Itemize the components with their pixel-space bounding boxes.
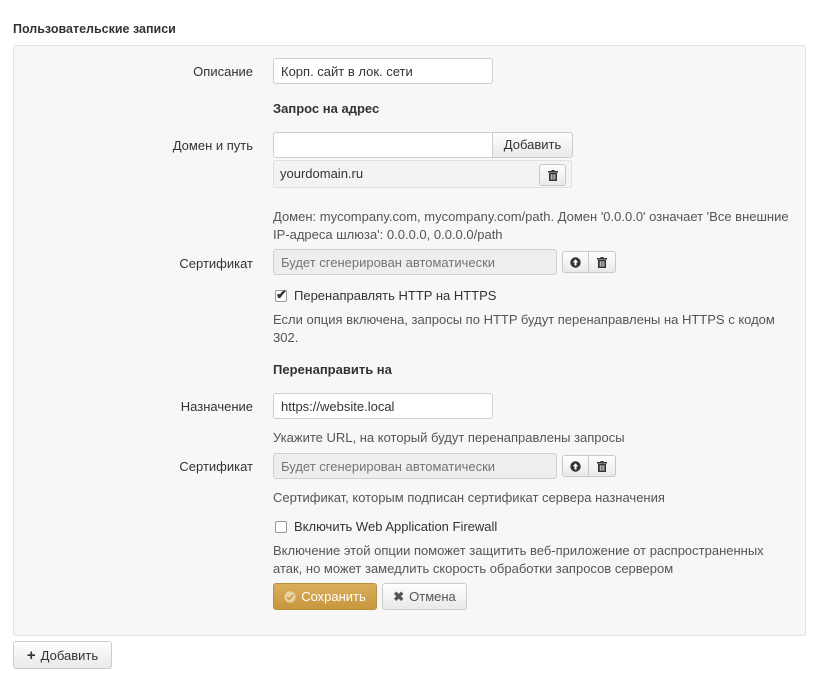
delete-domain-button[interactable] bbox=[539, 164, 566, 186]
destination-label: Назначение bbox=[180, 399, 253, 414]
trash-icon bbox=[547, 169, 558, 181]
close-icon: ✖ bbox=[393, 588, 405, 604]
plus-icon: + bbox=[26, 646, 36, 664]
domain-help: Домен: mycompany.com, mycompany.com/path… bbox=[273, 209, 789, 242]
waf-row: Включить Web Application Firewall bbox=[273, 519, 497, 534]
check-icon: ✔ bbox=[276, 286, 287, 302]
upload-certificate-button[interactable] bbox=[562, 251, 589, 273]
waf-checkbox[interactable] bbox=[275, 520, 287, 533]
trash-icon bbox=[597, 256, 607, 268]
redirect-https-row: ✔ Перенаправлять HTTP на HTTPS bbox=[273, 286, 496, 303]
request-heading: Запрос на адрес bbox=[273, 101, 380, 116]
redirect-https-label[interactable]: Перенаправлять HTTP на HTTPS bbox=[294, 288, 496, 303]
waf-label[interactable]: Включить Web Application Firewall bbox=[294, 519, 497, 534]
upload-icon bbox=[570, 460, 581, 472]
upload-icon bbox=[570, 256, 581, 268]
cancel-button[interactable]: ✖ Отмена bbox=[382, 583, 467, 610]
redirect-https-help: Если опция включена, запросы по HTTP буд… bbox=[273, 312, 775, 345]
add-record-label: Добавить bbox=[40, 647, 99, 663]
description-label: Описание bbox=[193, 64, 253, 79]
redirect-https-checkbox[interactable]: ✔ bbox=[275, 286, 287, 302]
destination-certificate-actions bbox=[562, 455, 616, 477]
redirect-heading: Перенаправить на bbox=[273, 362, 392, 377]
trash-icon bbox=[597, 460, 607, 472]
delete-certificate-button[interactable] bbox=[589, 251, 616, 273]
destination-certificate-input[interactable] bbox=[273, 453, 557, 479]
domain-input[interactable] bbox=[273, 132, 493, 158]
certificate-actions bbox=[562, 251, 616, 273]
save-button[interactable]: Сохранить bbox=[273, 583, 377, 610]
add-domain-button[interactable]: Добавить bbox=[492, 132, 573, 158]
domain-label: Домен и путь bbox=[172, 138, 253, 153]
check-circle-icon bbox=[284, 590, 296, 603]
save-button-label: Сохранить bbox=[301, 589, 366, 604]
cancel-button-label: Отмена bbox=[409, 589, 456, 604]
destination-certificate-label: Сертификат bbox=[179, 459, 253, 474]
destination-certificate-help: Сертификат, которым подписан сертификат … bbox=[273, 490, 665, 505]
domain-entry-row: yourdomain.ru bbox=[273, 160, 572, 188]
description-input[interactable] bbox=[273, 58, 493, 84]
certificate-label: Сертификат bbox=[179, 256, 253, 271]
destination-help: Укажите URL, на который будут перенаправ… bbox=[273, 430, 625, 445]
upload-destination-certificate-button[interactable] bbox=[562, 455, 589, 477]
destination-input[interactable] bbox=[273, 393, 493, 419]
delete-destination-certificate-button[interactable] bbox=[589, 455, 616, 477]
waf-help: Включение этой опции поможет защитить ве… bbox=[273, 543, 764, 576]
add-record-button[interactable]: + Добавить bbox=[13, 641, 112, 669]
section-title: Пользовательские записи bbox=[13, 22, 176, 36]
domain-entry-text: yourdomain.ru bbox=[280, 166, 364, 181]
certificate-input[interactable] bbox=[273, 249, 557, 275]
